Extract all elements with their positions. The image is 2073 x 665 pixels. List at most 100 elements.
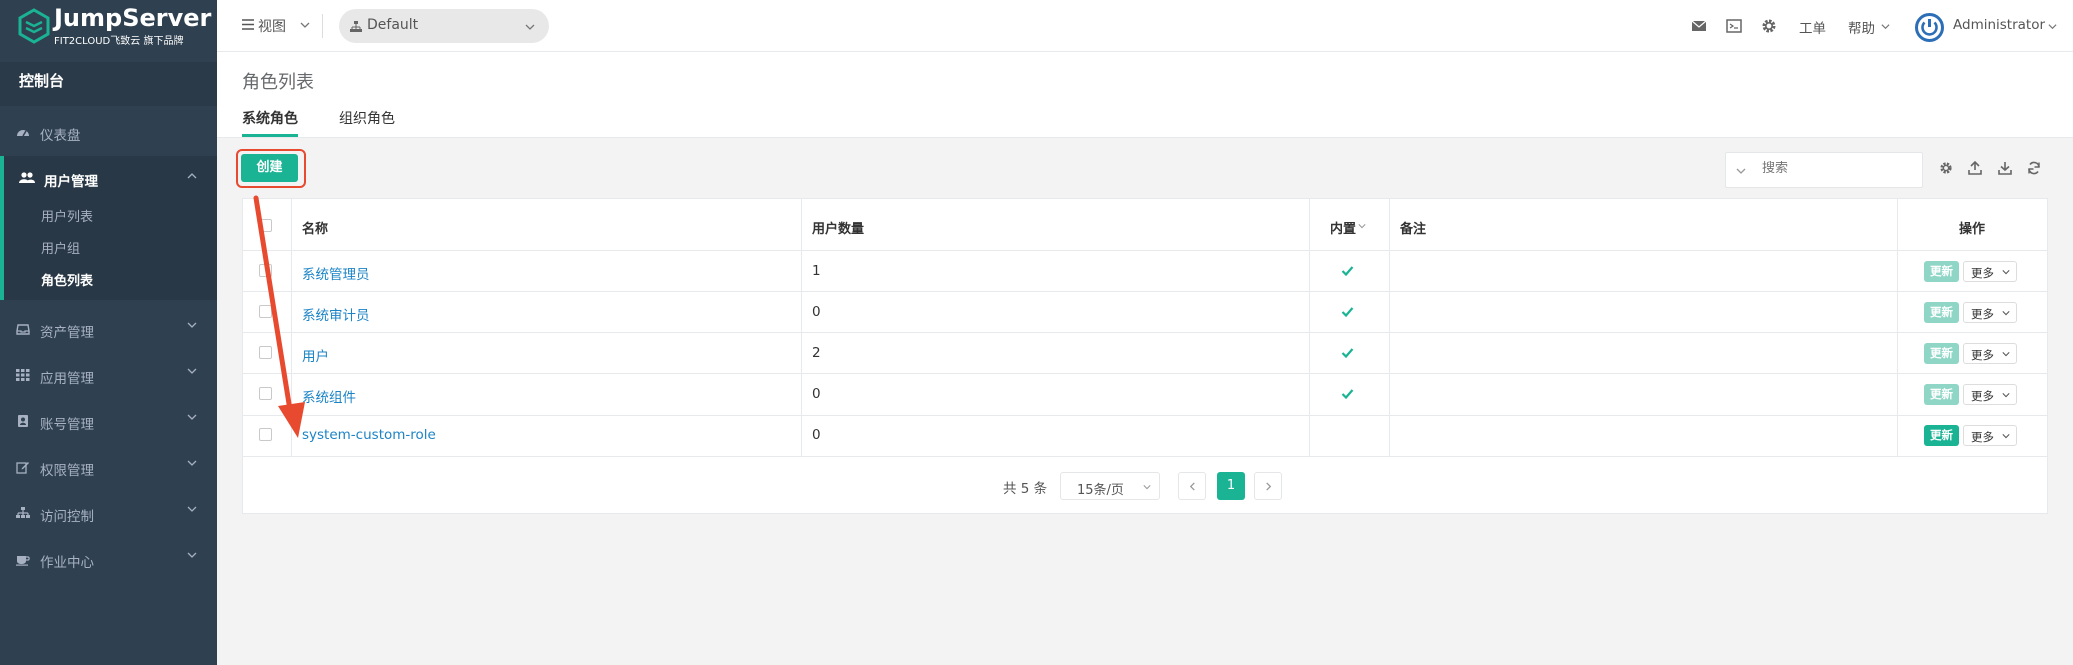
update-button[interactable]: 更新 xyxy=(1924,425,1959,446)
sidebar: JumpServer FIT2CLOUD飞致云 旗下品牌 控制台 仪表盘 用户管… xyxy=(0,0,217,665)
user-count: 2 xyxy=(812,345,821,361)
role-name-link[interactable]: 用户 xyxy=(302,345,329,365)
sidebar-item-application-management[interactable]: 应用管理 xyxy=(0,353,217,399)
inbox-icon xyxy=(16,322,30,336)
chevron-down-icon xyxy=(1736,168,1746,174)
dashboard-icon xyxy=(16,125,30,139)
role-name-link[interactable]: 系统管理员 xyxy=(302,263,370,283)
grid-icon xyxy=(16,368,30,382)
more-menu-button[interactable]: 更多 xyxy=(1963,425,2017,446)
update-button[interactable]: 更新 xyxy=(1924,384,1959,405)
page-size-select[interactable]: 15条/页 xyxy=(1060,472,1160,500)
refresh-icon[interactable] xyxy=(2027,161,2041,175)
upload-icon[interactable] xyxy=(1968,161,1982,175)
row-checkbox[interactable] xyxy=(259,305,272,318)
user-count: 1 xyxy=(812,263,821,279)
row-checkbox[interactable] xyxy=(259,264,272,277)
pagination-total: 共 5 条 xyxy=(1003,481,1048,497)
row-divider xyxy=(243,250,2047,251)
chevron-down-icon xyxy=(187,506,197,512)
sitemap-icon xyxy=(350,21,362,32)
page-heading: 角色列表 系统角色 组织角色 xyxy=(217,52,2073,138)
view-menu-label: 视图 xyxy=(258,19,286,35)
sidebar-item-dashboard[interactable]: 仪表盘 xyxy=(0,110,217,156)
chevron-down-icon[interactable] xyxy=(1358,222,1366,230)
role-name-link[interactable]: 系统审计员 xyxy=(302,304,370,324)
chevron-down-icon xyxy=(187,460,197,466)
active-tab-indicator xyxy=(242,134,298,137)
sidebar-subitem-user-list[interactable]: 用户列表 xyxy=(41,206,93,225)
sidebar-item-access-control[interactable]: 访问控制 xyxy=(0,491,217,537)
jumpserver-logo-icon xyxy=(18,8,50,44)
help-menu[interactable]: 帮助 xyxy=(1848,17,1875,37)
more-menu-button[interactable]: 更多 xyxy=(1963,261,2017,282)
sidebar-item-account-management[interactable]: 账号管理 xyxy=(0,399,217,445)
select-all-checkbox[interactable] xyxy=(259,219,272,232)
chevron-down-icon xyxy=(187,368,197,374)
chevron-right-icon xyxy=(1266,482,1272,491)
page-number-current[interactable]: 1 xyxy=(1217,472,1245,500)
console-label: 控制台 xyxy=(19,72,65,90)
update-button[interactable]: 更新 xyxy=(1924,261,1959,282)
column-header-builtin[interactable]: 内置 xyxy=(1330,218,1356,237)
sidebar-item-user-management-row[interactable]: 用户管理 xyxy=(0,156,217,202)
sidebar-item-permission-management[interactable]: 权限管理 xyxy=(0,445,217,491)
organization-select[interactable]: Default xyxy=(339,9,549,43)
gear-icon[interactable] xyxy=(1761,18,1777,34)
column-header-remark[interactable]: 备注 xyxy=(1400,218,1426,237)
column-divider xyxy=(291,199,292,457)
mail-icon[interactable] xyxy=(1691,18,1707,34)
update-button[interactable]: 更新 xyxy=(1924,343,1959,364)
row-checkbox[interactable] xyxy=(259,428,272,441)
row-checkbox[interactable] xyxy=(259,346,272,359)
sidebar-subitem-role-list[interactable]: 角色列表 xyxy=(41,270,93,289)
chevron-down-icon xyxy=(187,552,197,558)
search-input[interactable] xyxy=(1762,161,1912,176)
column-header-user-count[interactable]: 用户数量 xyxy=(812,218,864,237)
chevron-down-icon xyxy=(300,22,310,28)
avatar[interactable] xyxy=(1915,13,1944,42)
more-label: 更多 xyxy=(1971,389,1994,403)
column-divider xyxy=(1389,199,1390,457)
download-icon[interactable] xyxy=(1998,161,2012,175)
search-box[interactable] xyxy=(1725,152,1923,188)
row-checkbox[interactable] xyxy=(259,387,272,400)
more-label: 更多 xyxy=(1971,266,1994,280)
column-divider xyxy=(1897,199,1898,457)
tab-system-roles[interactable]: 系统角色 xyxy=(242,108,298,128)
more-menu-button[interactable]: 更多 xyxy=(1963,302,2017,323)
chevron-down-icon xyxy=(2002,352,2010,357)
prev-page-button[interactable] xyxy=(1178,472,1206,500)
chevron-down-icon xyxy=(2002,270,2010,275)
chevron-up-icon xyxy=(187,173,197,179)
terminal-icon[interactable] xyxy=(1726,18,1742,34)
sidebar-item-asset-management[interactable]: 资产管理 xyxy=(0,307,217,353)
more-menu-button[interactable]: 更多 xyxy=(1963,384,2017,405)
chevron-down-icon xyxy=(1143,485,1151,490)
role-name-link[interactable]: system-custom-role xyxy=(302,427,436,443)
chevron-left-icon xyxy=(1189,482,1195,491)
column-divider xyxy=(1309,199,1310,457)
settings-gear-icon[interactable] xyxy=(1939,161,1953,175)
create-button[interactable]: 创建 xyxy=(241,154,298,182)
sidebar-subitem-user-group[interactable]: 用户组 xyxy=(41,238,80,257)
tab-organization-roles[interactable]: 组织角色 xyxy=(339,108,395,128)
brand-subtitle: FIT2CLOUD飞致云 旗下品牌 xyxy=(54,36,184,47)
ticket-link[interactable]: 工单 xyxy=(1799,17,1826,37)
sidebar-item-label: 账号管理 xyxy=(40,417,94,433)
check-icon xyxy=(1341,307,1354,318)
column-header-name[interactable]: 名称 xyxy=(302,218,328,237)
more-menu-button[interactable]: 更多 xyxy=(1963,343,2017,364)
user-name[interactable]: Administrator xyxy=(1953,17,2045,33)
more-label: 更多 xyxy=(1971,348,1994,362)
next-page-button[interactable] xyxy=(1254,472,1282,500)
sidebar-item-label: 访问控制 xyxy=(40,509,94,525)
role-name-link[interactable]: 系统组件 xyxy=(302,386,356,406)
sidebar-item-job-center[interactable]: 作业中心 xyxy=(0,537,217,583)
chevron-down-icon xyxy=(2048,24,2057,30)
user-count: 0 xyxy=(812,304,821,320)
column-divider xyxy=(801,199,802,457)
logo[interactable]: JumpServer FIT2CLOUD飞致云 旗下品牌 xyxy=(18,4,211,48)
more-label: 更多 xyxy=(1971,307,1994,321)
update-button[interactable]: 更新 xyxy=(1924,302,1959,323)
